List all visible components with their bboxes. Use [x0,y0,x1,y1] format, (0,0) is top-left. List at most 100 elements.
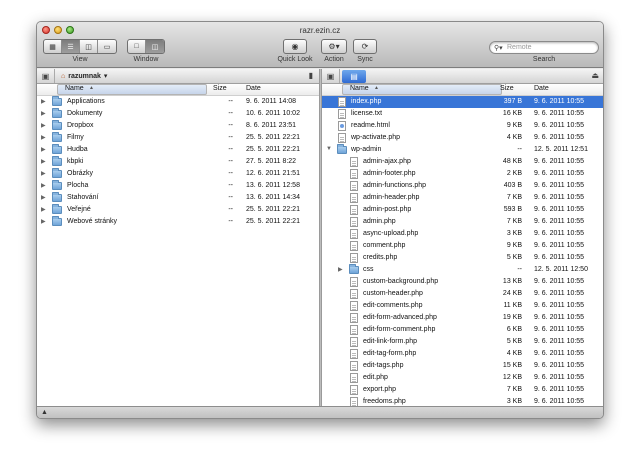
breadcrumb[interactable]: ⌂ razumnak ▾ [55,72,107,81]
list-item[interactable]: wp-activate.php 4 KB 9. 6. 2011 10:55 [322,132,603,144]
left-pane-toggle-icon[interactable]: ▮ [309,71,313,80]
view-mode-control[interactable]: ▦ ☰ ◫ ▭ [43,39,117,54]
icon-view-icon[interactable]: ▦ [44,40,62,53]
action-button[interactable]: ⚙▾ [321,39,347,54]
left-header-name[interactable]: Name [65,85,84,92]
list-item[interactable]: ▶ css -- 12. 5. 2011 12:50 [322,264,603,276]
disclosure-triangle-icon[interactable]: ▶ [41,218,46,225]
item-name: comment.php [363,242,406,249]
single-pane-icon[interactable]: □ [128,40,146,53]
item-name: edit-link-form.php [363,338,418,345]
item-size: 9 KB [506,122,522,129]
item-date: 12. 5. 2011 12:51 [534,146,588,153]
folder-icon [52,96,62,106]
right-breadcrumb-folder[interactable]: ▤ [342,69,366,83]
disclosure-triangle-icon[interactable]: ▶ [41,194,46,201]
disclosure-triangle-icon[interactable]: ▼ [326,146,332,152]
right-header-date[interactable]: Date [534,85,549,92]
list-item[interactable]: ▶ Filmy -- 25. 5. 2011 22:21 [37,132,319,144]
left-path-menu-icon[interactable]: ▣ [37,69,55,83]
list-item[interactable]: ▼ wp-admin -- 12. 5. 2011 12:51 [322,144,603,156]
item-date: 9. 6. 2011 10:55 [534,254,585,261]
list-item[interactable]: ▶ Webové stránky -- 25. 5. 2011 22:21 [37,216,319,228]
list-item[interactable]: custom-background.php 13 KB 9. 6. 2011 10:… [322,276,603,288]
item-size: -- [228,182,233,189]
column-view-icon[interactable]: ◫ [80,40,98,53]
search-input[interactable]: Remote [489,41,599,54]
left-header-date[interactable]: Date [246,85,261,92]
list-item[interactable]: ▶ Plocha -- 13. 6. 2011 12:58 [37,180,319,192]
left-pane: ▣ ⌂ razumnak ▾ ▮ Name ▲ Size Date ▶ Appli… [37,69,319,406]
list-item[interactable]: edit-form-comment.php 6 KB 9. 6. 2011 10:5… [322,324,603,336]
list-item[interactable]: custom-header.php 24 KB 9. 6. 2011 10:55 [322,288,603,300]
list-item[interactable]: ▶ Applications -- 9. 6. 2011 14:08 [37,96,319,108]
list-item[interactable]: admin.php 7 KB 9. 6. 2011 10:55 [322,216,603,228]
list-item[interactable]: edit-tags.php 15 KB 9. 6. 2011 10:55 [322,360,603,372]
sync-button[interactable]: ⟳ [353,39,377,54]
disclosure-triangle-icon[interactable]: ▶ [41,146,46,153]
list-item[interactable]: ▶ Stahování -- 13. 6. 2011 14:34 [37,192,319,204]
right-header-name[interactable]: Name [350,85,369,92]
disclosure-triangle-icon[interactable]: ▶ [41,110,46,117]
item-name: freedoms.php [363,398,406,405]
list-item[interactable]: ▶ Obrázky -- 12. 6. 2011 21:51 [37,168,319,180]
list-item[interactable]: ▶ kbpki -- 27. 5. 2011 8:22 [37,156,319,168]
list-item[interactable]: edit-form-advanced.php 19 KB 9. 6. 2011 10… [322,312,603,324]
item-name: edit.php [363,374,388,381]
document-icon [350,349,358,359]
eject-icon[interactable]: ⏏ [591,71,599,80]
item-name: Filmy [67,134,84,141]
list-item[interactable]: admin-functions.php 403 B 9. 6. 2011 10:55 [322,180,603,192]
list-item[interactable]: edit.php 12 KB 9. 6. 2011 10:55 [322,372,603,384]
quicklook-label: Quick Look [277,56,313,63]
disclosure-triangle-icon[interactable]: ▶ [41,206,46,213]
disclosure-triangle-icon[interactable]: ▶ [41,170,46,177]
list-item[interactable]: admin-footer.php 2 KB 9. 6. 2011 10:55 [322,168,603,180]
item-name: credits.php [363,254,398,261]
window-mode-control[interactable]: □ ◫ [127,39,165,54]
disclosure-triangle-icon[interactable]: ▶ [41,182,46,189]
list-item[interactable]: admin-header.php 7 KB 9. 6. 2011 10:55 [322,192,603,204]
item-date: 13. 6. 2011 14:34 [246,194,300,201]
list-item[interactable]: async-upload.php 3 KB 9. 6. 2011 10:55 [322,228,603,240]
quicklook-button[interactable]: ◉ [283,39,307,54]
list-item[interactable]: ▶ Dokumenty -- 10. 6. 2011 10:02 [37,108,319,120]
list-view-icon[interactable]: ☰ [62,40,80,53]
list-item[interactable]: edit-link-form.php 5 KB 9. 6. 2011 10:55 [322,336,603,348]
disclosure-triangle-icon[interactable]: ▶ [41,122,46,129]
left-header-size[interactable]: Size [213,85,227,92]
list-item[interactable]: edit-comments.php 11 KB 9. 6. 2011 10:55 [322,300,603,312]
item-size: 12 KB [502,374,522,381]
list-item[interactable]: admin-post.php 593 B 9. 6. 2011 10:55 [322,204,603,216]
right-path-menu-icon[interactable]: ▣ [322,69,340,83]
folder-icon [52,204,62,214]
list-item[interactable]: index.php 397 B 9. 6. 2011 10:55 [322,96,603,108]
disclosure-triangle-icon[interactable]: ▶ [41,98,46,105]
item-name: Webové stránky [67,218,118,225]
list-item[interactable]: ▶ Dropbox -- 8. 6. 2011 23:51 [37,120,319,132]
document-icon [350,301,358,311]
disclosure-triangle-icon[interactable]: ▶ [41,134,46,141]
eject-icon[interactable]: ▲ [41,409,48,416]
app-window: razr.ezin.cz ▦ ☰ ◫ ▭ View □ ◫ Window ◉ Q… [36,21,604,419]
list-item[interactable]: export.php 7 KB 9. 6. 2011 10:55 [322,384,603,396]
disclosure-triangle-icon[interactable]: ▶ [338,266,343,273]
list-item[interactable]: edit-tag-form.php 4 KB 9. 6. 2011 10:55 [322,348,603,360]
dual-pane-icon[interactable]: ◫ [146,40,164,53]
list-item[interactable]: comment.php 9 KB 9. 6. 2011 10:55 [322,240,603,252]
list-item[interactable]: ▶ Hudba -- 25. 5. 2011 22:21 [37,144,319,156]
list-item[interactable]: credits.php 5 KB 9. 6. 2011 10:55 [322,252,603,264]
list-item[interactable]: freedoms.php 3 KB 9. 6. 2011 10:55 [322,396,603,406]
list-item[interactable]: ▶ Veřejné -- 25. 5. 2011 22:21 [37,204,319,216]
item-name: Dropbox [67,122,94,129]
disclosure-triangle-icon[interactable]: ▶ [41,158,46,165]
list-item[interactable]: readme.html 9 KB 9. 6. 2011 10:55 [322,120,603,132]
coverflow-view-icon[interactable]: ▭ [98,40,116,53]
list-item[interactable]: admin-ajax.php 48 KB 9. 6. 2011 10:55 [322,156,603,168]
item-size: 48 KB [502,158,522,165]
list-item[interactable]: license.txt 16 KB 9. 6. 2011 10:55 [322,108,603,120]
document-icon [350,229,358,239]
right-header-size[interactable]: Size [500,85,514,92]
left-file-list: ▶ Applications -- 9. 6. 2011 14:08 ▶ Dokument… [37,96,319,228]
right-path-bar: ▣ ▤ ⏏ [322,69,603,84]
